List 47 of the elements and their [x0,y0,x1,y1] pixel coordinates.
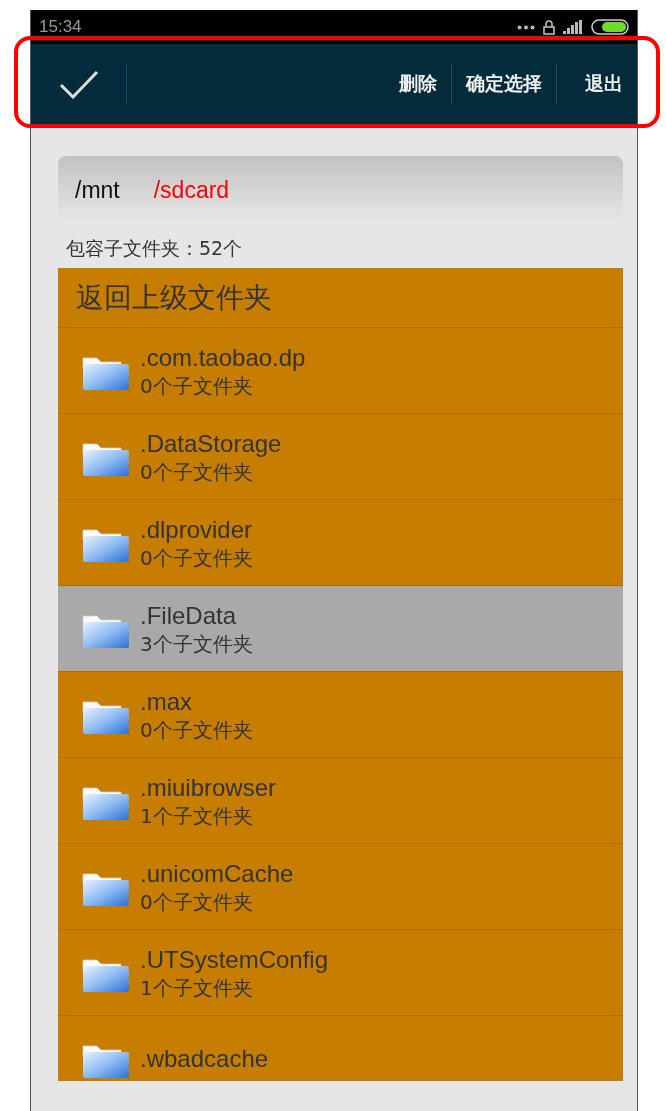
folder-name: .UTSystemConfig [140,944,329,975]
folder-name: .dlprovider [140,514,253,545]
folder-item[interactable]: .unicomCache 0个子文件夹 [58,844,623,930]
folder-item[interactable]: .com.taobao.dp 0个子文件夹 [58,328,623,414]
toolbar-action-button[interactable]: 退出 [557,44,637,124]
subfolder-count: 0个子文件夹 [140,372,254,399]
folder-icon [82,440,130,477]
subfolder-count: 0个子文件夹 [140,544,253,571]
path-segment[interactable]: /mnt [75,176,120,204]
status-time: 15:34 [39,17,82,37]
folder-name: .DataStorage [140,428,282,459]
folder-item[interactable]: .max 0个子文件夹 [58,672,623,758]
battery-icon [591,19,629,35]
checkmark-icon [58,69,99,99]
folder-icon [82,526,130,563]
folder-icon [82,354,130,391]
folder-icon [82,956,130,993]
folder-icon [82,870,130,907]
subfolder-count: 3个子文件夹 [140,630,253,657]
toolbar-action-button[interactable]: 删除 [385,44,451,124]
folder-item[interactable]: .miuibrowser 1个子文件夹 [58,758,623,844]
folder-item[interactable]: .FileData 3个子文件夹 [58,586,623,672]
subfolder-count: 1个子文件夹 [140,802,254,829]
folder-count-text: 包容子文件夹：52个 [65,236,244,261]
folder-icon [82,612,130,649]
folder-name: .com.taobao.dp [140,342,306,373]
folder-item[interactable]: .DataStorage 0个子文件夹 [58,414,623,500]
parent-folder-item[interactable]: 返回上级文件夹 [58,268,623,328]
path-segment[interactable]: /sdcard [153,176,230,204]
folder-item[interactable]: .UTSystemConfig 1个子文件夹 [58,930,623,1016]
folder-icon [82,1042,130,1079]
subfolder-count: 0个子文件夹 [140,716,253,743]
lock-icon [543,19,555,35]
folder-name: .wbadcache [140,1043,269,1074]
subfolder-count: 1个子文件夹 [140,974,254,1001]
signal-icon [563,20,583,34]
subfolder-count: 0个子文件夹 [140,458,254,485]
folder-name: .unicomCache [140,858,294,889]
toolbar-action-button[interactable]: 确定选择 [452,44,556,124]
folder-icon [82,698,130,735]
folder-name: .max [140,686,193,717]
folder-name: .miuibrowser [140,772,277,803]
dots-icon [517,24,535,30]
folder-name: .FileData [140,600,238,631]
folder-icon [82,784,130,821]
folder-item[interactable]: .wbadcache [58,1016,623,1081]
subfolder-count: 0个子文件夹 [140,888,254,915]
